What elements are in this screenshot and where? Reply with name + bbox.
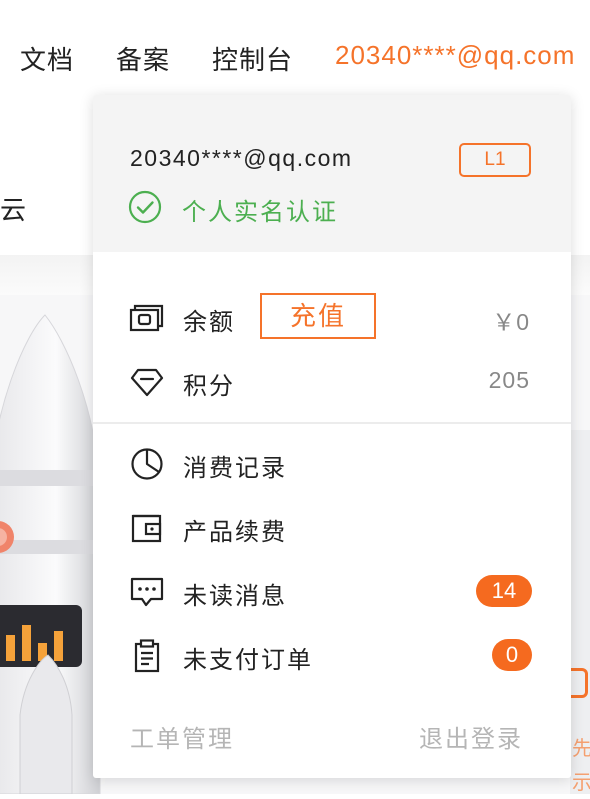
nav-filing-link[interactable]: 备案 xyxy=(116,40,170,77)
menu-item-label: 产品续费 xyxy=(183,519,287,546)
account-level-badge: L1 xyxy=(459,143,531,177)
background-right-char-1: 先 xyxy=(572,738,590,760)
menu-item-product-renewal[interactable]: 产品续费 xyxy=(93,505,571,549)
nav-docs-link[interactable]: 文档 xyxy=(20,40,74,77)
wallet-icon xyxy=(129,511,165,545)
pie-chart-icon xyxy=(129,447,165,481)
balance-row: 余额 充值 ￥0 xyxy=(93,293,571,339)
wallet-card-icon xyxy=(129,301,165,335)
ticket-management-link[interactable]: 工单管理 xyxy=(130,719,234,754)
verification-label: 个人实名认证 xyxy=(182,198,338,226)
menu-item-unpaid-orders[interactable]: 未支付订单 0 xyxy=(93,633,571,677)
menu-item-label: 未读消息 xyxy=(183,583,287,610)
balance-value: ￥0 xyxy=(492,309,530,335)
diamond-icon xyxy=(129,365,165,399)
background-partial-text: 云 xyxy=(0,195,27,225)
menu-item-label: 消费记录 xyxy=(183,455,287,482)
balance-label: 余额 xyxy=(183,309,235,336)
account-email: 20340****@qq.com xyxy=(130,145,353,171)
logout-link[interactable]: 退出登录 xyxy=(419,719,523,754)
recharge-button[interactable]: 充值 xyxy=(260,293,376,339)
points-row: 积分 205 xyxy=(93,359,571,403)
top-nav: 文档 备案 控制台 20340****@qq.com xyxy=(0,0,590,110)
check-circle-icon xyxy=(128,190,162,229)
unread-messages-badge: 14 xyxy=(476,575,532,607)
background-right-char-2: 示 xyxy=(572,772,590,794)
message-icon xyxy=(129,575,165,609)
menu-item-consumption-records[interactable]: 消费记录 xyxy=(93,441,571,485)
background-right-mark xyxy=(570,668,588,698)
points-label: 积分 xyxy=(183,373,235,400)
section-divider xyxy=(93,422,571,424)
menu-item-label: 未支付订单 xyxy=(183,647,313,674)
nav-account-email[interactable]: 20340****@qq.com xyxy=(335,40,575,71)
points-value: 205 xyxy=(488,367,530,393)
verification-status[interactable]: 个人实名认证 xyxy=(128,190,338,226)
account-dropdown: 20340****@qq.com L1 个人实名认证 余额 充值 ￥0 积分 2… xyxy=(93,95,571,778)
unpaid-orders-badge: 0 xyxy=(492,639,532,671)
account-header: 20340****@qq.com L1 个人实名认证 xyxy=(93,95,571,252)
clipboard-icon xyxy=(129,639,165,673)
nav-console-link[interactable]: 控制台 xyxy=(212,40,293,77)
menu-item-unread-messages[interactable]: 未读消息 14 xyxy=(93,569,571,613)
